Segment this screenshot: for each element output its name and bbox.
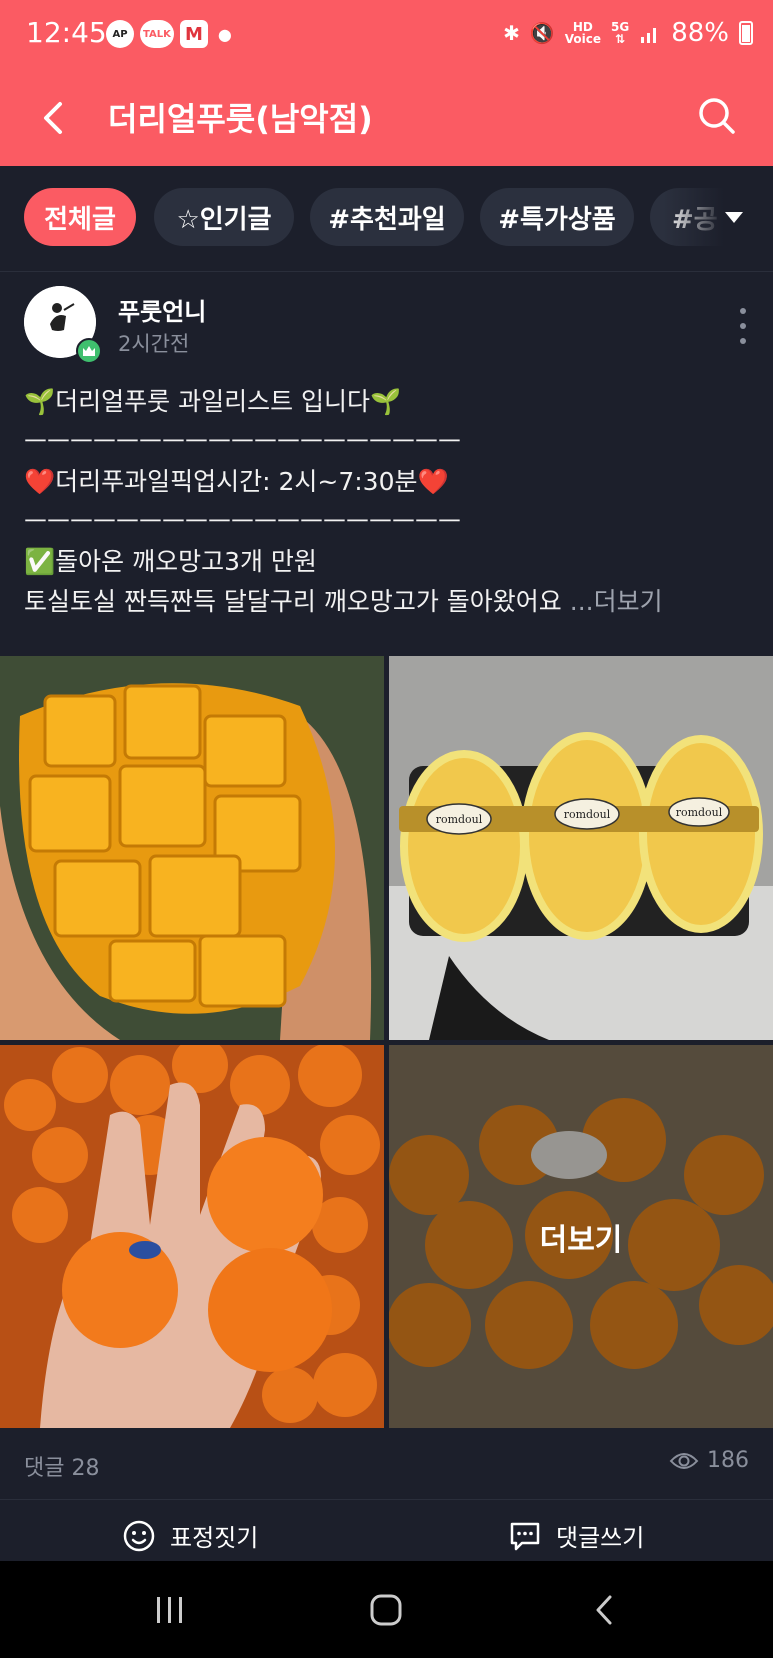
tab-recommended-fruit[interactable]: #추천과일 [310, 188, 464, 246]
back-button[interactable] [24, 88, 84, 148]
recent-apps-button[interactable] [140, 1585, 200, 1635]
photo-brand-label: romdoul [564, 808, 611, 821]
system-nav-bar [0, 1561, 773, 1658]
boxed-mangoes-image: romdoul romdoul romdoul [389, 656, 773, 1040]
system-back-button[interactable] [574, 1585, 634, 1635]
system-back-icon [596, 1595, 612, 1625]
tab-special-deals[interactable]: #특가상품 [480, 188, 634, 246]
post-line: ㅡㅡㅡㅡㅡㅡㅡㅡㅡㅡㅡㅡㅡㅡㅡㅡㅡㅡㅡ [24, 427, 462, 456]
photo-grid: romdoul romdoul romdoul 더보기 [0, 656, 773, 1428]
signal-strength-icon [641, 28, 657, 43]
photo-boxed-mangoes[interactable]: romdoul romdoul romdoul [389, 656, 773, 1040]
cut-mango-image [0, 656, 384, 1040]
post-body[interactable]: 🌱더리얼푸룻 과일리스트 입니다🌱 ㅡㅡㅡㅡㅡㅡㅡㅡㅡㅡㅡㅡㅡㅡㅡㅡㅡㅡㅡ ❤️… [24, 382, 754, 622]
status-time: 12:45 [26, 16, 107, 49]
post-line: ✅돌아온 깨오망고3개 만원 [24, 547, 317, 576]
write-comment-button[interactable]: 댓글쓰기 [508, 1518, 644, 1553]
photo-brand-label: romdoul [676, 806, 723, 819]
home-button[interactable] [356, 1585, 416, 1635]
comment-count[interactable]: 댓글 28 [24, 1450, 99, 1482]
battery-icon [739, 21, 753, 45]
react-label: 표정짓기 [170, 1524, 259, 1552]
status-bar: 12:45 AP TALK M ● ✱ 🔇 HD Voice 5G ⇅ 88% [0, 0, 773, 70]
home-icon [370, 1594, 402, 1626]
post-line-last: 토실토실 짠득짠득 달달구리 깨오망고가 돌아왔어요 ...더보기 [24, 582, 754, 622]
battery-percent: 88% [671, 18, 729, 48]
category-tabs: 전체글 ☆인기글 #추천과일 #특가상품 #공 [0, 166, 773, 272]
hd-voice-icon: HD Voice [564, 20, 601, 46]
photo-oranges-hand[interactable] [0, 1045, 384, 1428]
post-line: ❤️더리푸과일픽업시간: 2시~7:30분❤️ [24, 467, 449, 496]
photo-more-label: 더보기 [539, 1222, 623, 1258]
search-button[interactable] [687, 86, 747, 146]
view-count: 186 [669, 1448, 749, 1473]
notification-icons: AP TALK M ● [106, 20, 232, 48]
recent-apps-icon [157, 1597, 182, 1623]
bluetooth-icon: ✱ [503, 21, 520, 45]
smiley-icon [123, 1520, 155, 1551]
dot-icon [740, 323, 746, 329]
comment-bubble-icon [510, 1522, 540, 1550]
dot-icon [740, 308, 746, 314]
post-line-text: 토실토실 짠득짠득 달달구리 깨오망고가 돌아왔어요 [24, 587, 570, 616]
page-title: 더리얼푸룻(남악점) [108, 100, 373, 138]
5g-signal-icon: 5G ⇅ [611, 20, 630, 46]
photo-oranges-box[interactable]: 더보기 [389, 1045, 773, 1428]
mute-icon: 🔇 [529, 21, 555, 45]
system-icons: ✱ 🔇 HD Voice 5G ⇅ 88% [503, 18, 753, 48]
tab-popular-posts[interactable]: ☆인기글 [154, 188, 294, 246]
photo-cut-mango[interactable] [0, 656, 384, 1040]
more-notifications-dot-icon: ● [217, 24, 232, 44]
more-options-button[interactable] [733, 308, 753, 344]
mstock-app-icon: M [179, 20, 208, 48]
author-name[interactable]: 푸룻언니 [118, 292, 206, 327]
view-count-value: 186 [707, 1448, 749, 1473]
crown-badge-icon [76, 338, 102, 364]
post-actions: 표정짓기 댓글쓰기 [0, 1500, 773, 1564]
write-comment-label: 댓글쓰기 [556, 1524, 645, 1552]
react-button[interactable]: 표정짓기 [122, 1518, 258, 1553]
search-icon [699, 98, 735, 134]
post-line: ㅡㅡㅡㅡㅡㅡㅡㅡㅡㅡㅡㅡㅡㅡㅡㅡㅡㅡㅡ [24, 507, 462, 536]
back-arrow-icon [44, 102, 62, 134]
dot-icon [740, 338, 746, 344]
expand-tabs-button[interactable] [663, 188, 773, 246]
ap-app-icon: AP [106, 20, 134, 48]
oranges-in-hand-image [0, 1045, 384, 1428]
kakaotalk-app-icon: TALK [140, 20, 174, 48]
read-more-link[interactable]: ...더보기 [570, 587, 663, 616]
photo-brand-label: romdoul [436, 813, 483, 826]
post-time: 2시간전 [118, 332, 190, 356]
post-line: 🌱더리얼푸룻 과일리스트 입니다🌱 [24, 387, 402, 416]
app-bar: 더리얼푸룻(남악점) [0, 70, 773, 166]
eye-icon [669, 1452, 699, 1469]
chevron-down-icon [725, 211, 743, 223]
tab-all-posts[interactable]: 전체글 [24, 188, 136, 246]
post-stats: 댓글 28 186 [0, 1428, 773, 1500]
photo-more-overlay[interactable]: 더보기 [389, 1045, 773, 1428]
